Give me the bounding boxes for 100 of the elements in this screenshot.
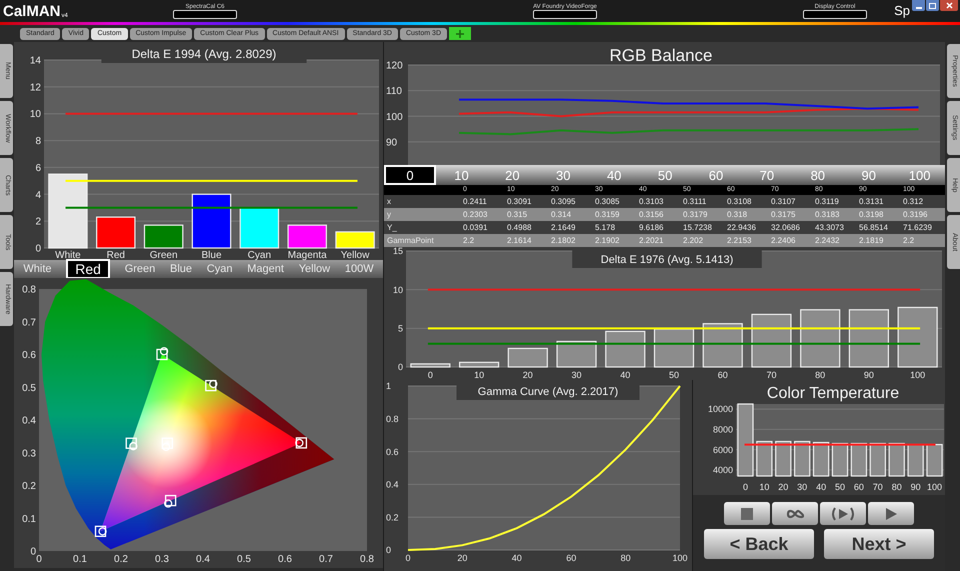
category-label: 70 [766, 370, 776, 380]
table-cell-text: 0.3091 [506, 196, 532, 208]
color-selector-tab[interactable]: Red [66, 259, 110, 279]
category-label: 60 [854, 482, 864, 492]
table-cell-text: 0.3085 [594, 196, 620, 208]
category-label: 70 [872, 482, 883, 492]
device-field[interactable] [533, 10, 597, 18]
axis-tick-label: 0 [30, 546, 36, 558]
table-cell-text: 2.2021 [638, 234, 664, 246]
table-cell-text: 0.3156 [638, 208, 664, 220]
add-button[interactable] [449, 27, 471, 40]
bar [144, 224, 184, 249]
row-label: GammaPoint [386, 234, 435, 246]
continuous-play-button[interactable] [820, 502, 866, 525]
step-button[interactable]: 0 [384, 165, 436, 185]
color-selector-tab[interactable]: 100W [344, 264, 374, 274]
target-marker [94, 526, 106, 537]
step-button[interactable]: 40 [588, 165, 640, 185]
category-label: 90 [910, 482, 921, 492]
color-selector-tab[interactable]: Cyan [206, 264, 232, 274]
table-cell-text: 0.318 [726, 208, 748, 220]
bar [756, 440, 773, 477]
axis-tick-label: 0 [36, 554, 42, 565]
bar [654, 328, 694, 368]
bar [898, 306, 938, 368]
axis-tick-label: 0.7 [319, 554, 333, 565]
axis-tick-label: 0.6 [278, 554, 292, 565]
bar [794, 440, 810, 477]
axis-tick-label: 15 [392, 247, 403, 256]
bar [335, 231, 375, 249]
measured-marker [160, 347, 168, 356]
step-button[interactable]: 20 [486, 165, 538, 185]
color-selector-tab[interactable]: Green [124, 264, 156, 274]
category-label: 40 [816, 482, 826, 492]
bar [832, 442, 848, 477]
axis-tick-label: 10 [30, 109, 41, 120]
axis-tick-label: 0 [398, 362, 403, 372]
color-selector-tab[interactable]: Blue [170, 264, 192, 274]
loop-button[interactable] [772, 502, 818, 525]
next-button[interactable]: Next > [824, 529, 934, 559]
table-cell-text: 2.2432 [814, 234, 840, 246]
bar [459, 362, 500, 368]
step-button[interactable]: 50 [640, 165, 691, 185]
table-cell-text: 0.3119 [814, 196, 840, 208]
table-cell-text: 0.3107 [770, 196, 796, 208]
back-button[interactable]: < Back [704, 529, 814, 559]
device-field[interactable] [173, 10, 237, 18]
table-cell-text: 0.3131 [858, 196, 884, 208]
table-cell-text: 2.202 [682, 234, 704, 246]
bar [96, 216, 136, 249]
step-button[interactable]: 90 [843, 165, 894, 185]
axis-tick-label: 2 [35, 216, 41, 228]
stop-button[interactable] [724, 502, 770, 525]
step-button[interactable]: 60 [690, 165, 742, 185]
table-cell-text: 0.3179 [682, 208, 708, 220]
category-label: 30 [572, 370, 582, 380]
axis-tick-label: 0.3 [155, 554, 169, 565]
category-label: 0 [742, 482, 748, 492]
maximize-button[interactable] [926, 0, 939, 11]
table-cell-text: 2.1802 [550, 234, 576, 246]
category-label: 10 [474, 370, 484, 380]
axis-tick-label: 40 [512, 553, 522, 563]
table-cell-text: 22.9436 [726, 222, 757, 234]
table-cell-text: 2.1819 [858, 234, 884, 246]
bar [508, 348, 548, 368]
step-button[interactable]: 100 [894, 165, 946, 185]
bar [751, 314, 792, 368]
category-label: Green [150, 250, 178, 260]
chart-title: Delta E 1976 (Avg. 5.1413) [572, 250, 762, 268]
table-cell-text: 32.0686 [770, 222, 801, 234]
category-label: 30 [797, 482, 808, 492]
axis-tick-label: 0 [35, 244, 41, 254]
bar [888, 442, 905, 477]
category-label: 50 [669, 370, 679, 380]
step-button[interactable]: 30 [538, 165, 589, 185]
color-selector-tab[interactable]: White [23, 264, 52, 274]
axis-tick-label: 0.2 [386, 512, 399, 522]
table-cell-text: 2.2406 [770, 234, 796, 246]
target-marker [164, 494, 176, 506]
close-icon [946, 2, 952, 9]
measured-marker [209, 380, 218, 388]
row-label: x [386, 196, 392, 208]
color-selector-tab[interactable]: Yellow [298, 264, 330, 274]
color-selector-tab[interactable]: Magent [247, 264, 284, 274]
play-button[interactable] [868, 502, 914, 525]
axis-tick-label: 8 [35, 136, 41, 148]
axis-tick-label: 100 [672, 553, 688, 563]
table-cell-text: 0.312 [902, 196, 924, 208]
category-label: 100 [927, 482, 942, 492]
minimize-button[interactable] [912, 0, 925, 11]
app-logo: CalMAN [3, 4, 61, 18]
axis-tick-label: 6 [35, 162, 41, 174]
bar [907, 444, 924, 477]
row-label: y [386, 208, 392, 220]
step-button[interactable]: 80 [792, 165, 844, 185]
bar [775, 440, 792, 477]
device-field[interactable] [803, 10, 867, 18]
step-button[interactable]: 10 [436, 165, 487, 185]
close-button[interactable] [940, 0, 958, 11]
chart-title: Delta E 1976 (Avg. 5.1413) [600, 254, 734, 266]
